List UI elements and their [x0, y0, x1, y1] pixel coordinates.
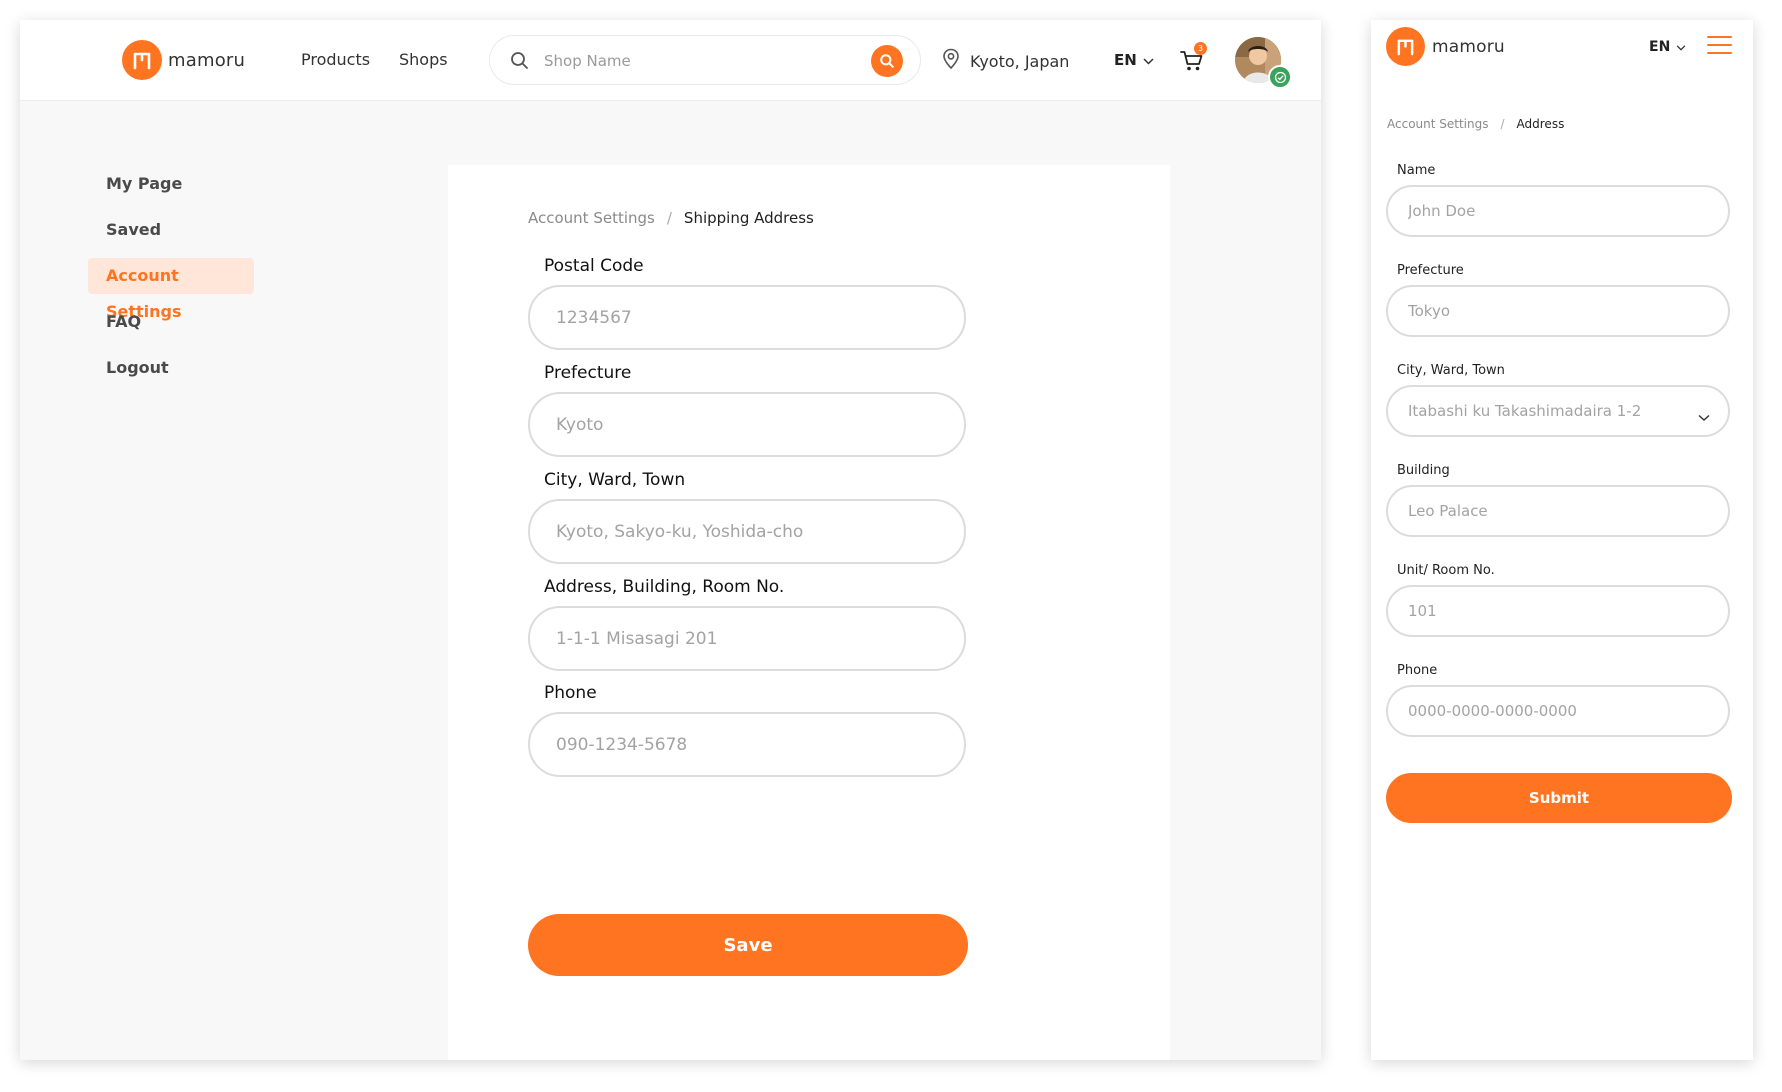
- mamoru-logo-icon: [122, 40, 162, 80]
- cart-button[interactable]: 3: [1180, 42, 1207, 76]
- chevron-down-icon: [1143, 51, 1154, 69]
- breadcrumb-current: Address: [1516, 117, 1565, 131]
- chevron-down-icon: [1698, 407, 1710, 426]
- phone-input[interactable]: [528, 712, 966, 777]
- verified-badge-icon: [1268, 65, 1292, 89]
- address-building-room-label: Address, Building, Room No.: [544, 577, 785, 597]
- shop-search-input[interactable]: [544, 48, 844, 74]
- cart-icon: [1180, 51, 1204, 76]
- breadcrumb-account-settings-link[interactable]: Account Settings: [528, 209, 655, 227]
- breadcrumb-separator: /: [666, 209, 672, 227]
- phone-label: Phone: [1397, 663, 1438, 678]
- brand-logo[interactable]: mamoru: [1386, 27, 1505, 66]
- hamburger-menu-icon[interactable]: [1707, 36, 1732, 56]
- breadcrumb: Account Settings / Address: [1387, 117, 1564, 131]
- account-sidebar: My Page Saved Account Settings FAQ Logou…: [88, 166, 288, 396]
- chevron-down-icon: [1676, 39, 1686, 55]
- breadcrumb: Account Settings / Shipping Address: [528, 209, 814, 227]
- search-icon: [510, 51, 529, 74]
- location-selector[interactable]: Kyoto, Japan: [942, 48, 1069, 74]
- prefecture-label: Prefecture: [544, 363, 632, 383]
- name-label: Name: [1397, 163, 1436, 178]
- brand-name: mamoru: [168, 49, 246, 71]
- unit-room-input[interactable]: [1386, 585, 1730, 637]
- desktop-view: mamoru Products Shops Kyoto, Japan EN: [20, 20, 1321, 1060]
- search-icon: [880, 54, 894, 68]
- language-selector[interactable]: EN: [1649, 39, 1686, 55]
- name-input[interactable]: [1386, 185, 1730, 237]
- search-submit-button[interactable]: [871, 45, 903, 77]
- sidebar-item-saved[interactable]: Saved: [88, 212, 254, 248]
- breadcrumb-separator: /: [1500, 117, 1505, 131]
- building-label: Building: [1397, 463, 1450, 478]
- sidebar-item-my-page[interactable]: My Page: [88, 166, 254, 202]
- nav-shops-link[interactable]: Shops: [399, 50, 448, 69]
- mamoru-logo-icon: [1386, 27, 1425, 66]
- cart-count-badge: 3: [1194, 42, 1207, 55]
- building-input[interactable]: [1386, 485, 1730, 537]
- prefecture-input[interactable]: [1386, 285, 1730, 337]
- city-ward-town-label: City, Ward, Town: [1397, 363, 1505, 378]
- brand-name: mamoru: [1432, 36, 1505, 57]
- sidebar-item-account-settings[interactable]: Account Settings: [88, 258, 254, 321]
- prefecture-input[interactable]: [528, 392, 966, 457]
- unit-room-label: Unit/ Room No.: [1397, 563, 1495, 578]
- phone-input[interactable]: [1386, 685, 1730, 737]
- breadcrumb-account-settings-link[interactable]: Account Settings: [1387, 117, 1488, 131]
- shop-search-bar: [489, 35, 921, 85]
- shipping-address-card: Account Settings / Shipping Address Post…: [448, 165, 1170, 1060]
- city-ward-town-input[interactable]: [528, 499, 966, 564]
- city-ward-town-input[interactable]: [1386, 385, 1730, 437]
- phone-label: Phone: [544, 683, 597, 703]
- brand-logo[interactable]: mamoru: [122, 40, 245, 80]
- nav-products-link[interactable]: Products: [301, 50, 370, 69]
- language-label: EN: [1114, 51, 1137, 69]
- location-label: Kyoto, Japan: [970, 51, 1070, 71]
- address-building-room-input[interactable]: [528, 606, 966, 671]
- mobile-view: mamoru EN Account Settings / Address Nam…: [1371, 20, 1753, 1060]
- save-button[interactable]: Save: [528, 914, 968, 976]
- prefecture-label: Prefecture: [1397, 263, 1464, 278]
- postal-code-label: Postal Code: [544, 256, 644, 276]
- city-ward-town-label: City, Ward, Town: [544, 470, 686, 490]
- language-selector[interactable]: EN: [1114, 51, 1154, 69]
- map-pin-icon: [942, 48, 960, 74]
- sidebar-item-logout[interactable]: Logout: [88, 350, 254, 386]
- submit-button[interactable]: Submit: [1386, 773, 1732, 823]
- breadcrumb-current: Shipping Address: [683, 209, 814, 227]
- language-label: EN: [1649, 39, 1671, 55]
- city-ward-town-select[interactable]: [1386, 385, 1730, 437]
- top-header: mamoru Products Shops Kyoto, Japan EN: [20, 20, 1321, 101]
- postal-code-input[interactable]: [528, 285, 966, 350]
